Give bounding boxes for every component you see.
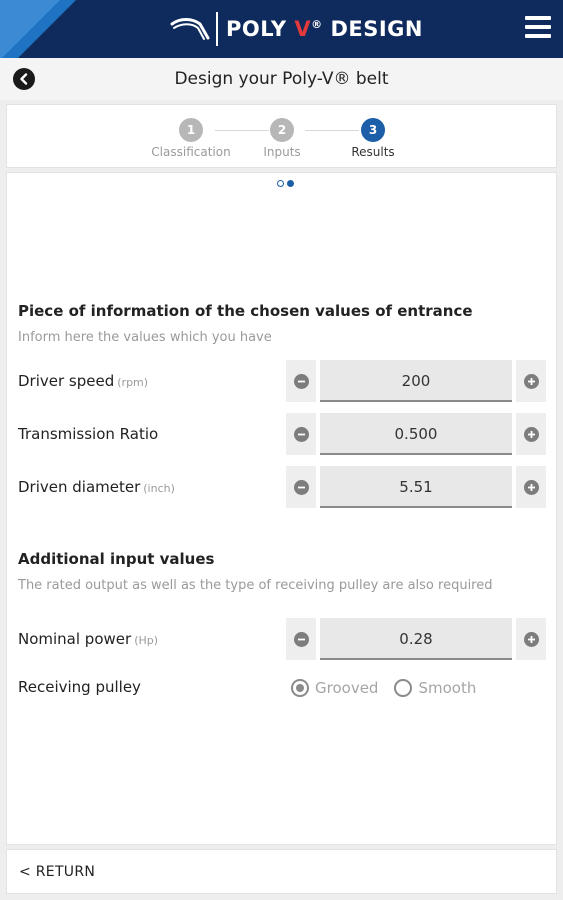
section-subtitle-entrance: Inform here the values which you have	[18, 330, 272, 345]
section-title-entrance: Piece of information of the chosen value…	[18, 302, 473, 320]
decrement-button[interactable]	[286, 618, 316, 660]
radio-unselected-icon	[394, 679, 413, 697]
step-number: 3	[361, 118, 385, 142]
brand-registered: ®	[311, 18, 323, 31]
transmission-ratio-input[interactable]: 0.500	[320, 413, 512, 455]
minus-icon	[293, 479, 309, 495]
section-title-additional: Additional input values	[18, 550, 215, 568]
minus-icon	[293, 631, 309, 647]
step-number: 2	[270, 118, 294, 142]
minus-icon	[293, 426, 309, 442]
progress-stepper: 1 Classification 2 Inputs 3 Results	[6, 104, 557, 168]
radio-selected-icon	[291, 679, 309, 697]
chevron-left-icon	[20, 73, 28, 85]
driver-speed-input[interactable]: 200	[320, 360, 512, 402]
corner-accent-light	[0, 0, 60, 58]
plus-icon	[523, 373, 539, 389]
driver-speed-label: Driver speed (rpm)	[18, 372, 148, 390]
transmission-ratio-label: Transmission Ratio	[18, 425, 161, 443]
hamburger-menu-icon[interactable]	[525, 16, 551, 40]
nominal-power-input[interactable]: 0.28	[320, 618, 512, 660]
form-panel: Piece of information of the chosen value…	[6, 172, 557, 845]
plus-icon	[523, 426, 539, 442]
brand-prefix: POLY	[226, 17, 295, 41]
decrement-button[interactable]	[286, 413, 316, 455]
radio-label: Smooth	[418, 679, 477, 697]
brand-suffix: DESIGN	[322, 17, 423, 41]
plus-icon	[523, 631, 539, 647]
field-label: Transmission Ratio	[18, 425, 159, 443]
increment-button[interactable]	[516, 360, 546, 402]
step-label: Inputs	[263, 145, 301, 159]
brand-logo: POLY V® DESIGN	[170, 12, 423, 46]
app-header: POLY V® DESIGN	[0, 0, 563, 58]
decrement-button[interactable]	[286, 360, 316, 402]
field-label: Nominal power	[18, 630, 132, 648]
step-results[interactable]: 3 Results	[323, 118, 423, 159]
increment-button[interactable]	[516, 413, 546, 455]
title-bar: Design your Poly-V® belt	[0, 58, 563, 100]
step-label: Classification	[151, 145, 231, 159]
page-dot[interactable]	[277, 180, 284, 187]
radio-label: Grooved	[315, 679, 379, 697]
nominal-power-label: Nominal power (Hp)	[18, 630, 158, 648]
driven-diameter-stepper: 5.51	[286, 466, 546, 508]
radio-grooved[interactable]: Grooved	[291, 679, 378, 697]
field-unit: (Hp)	[134, 634, 159, 647]
step-classification[interactable]: 1 Classification	[141, 118, 241, 159]
driver-speed-stepper: 200	[286, 360, 546, 402]
page-indicator	[277, 180, 294, 187]
receiving-pulley-radio-group: Grooved Smooth	[291, 679, 476, 697]
step-label: Results	[351, 145, 395, 159]
step-number: 1	[179, 118, 203, 142]
footer-bar: < RETURN	[6, 849, 557, 894]
driven-diameter-label: Driven diameter (inch)	[18, 478, 175, 496]
driven-diameter-input[interactable]: 5.51	[320, 466, 512, 508]
page-title: Design your Poly-V® belt	[174, 69, 389, 89]
nominal-power-stepper: 0.28	[286, 618, 546, 660]
receiving-pulley-label: Receiving pulley	[18, 678, 141, 696]
back-button[interactable]	[13, 68, 35, 90]
brand-name: POLY V® DESIGN	[226, 17, 423, 41]
transmission-ratio-stepper: 0.500	[286, 413, 546, 455]
section-subtitle-additional: The rated output as well as the type of …	[18, 578, 493, 593]
brand-v: V	[294, 17, 312, 41]
step-inputs[interactable]: 2 Inputs	[232, 118, 332, 159]
plus-icon	[523, 479, 539, 495]
return-button[interactable]: < RETURN	[19, 864, 95, 880]
minus-icon	[293, 373, 309, 389]
increment-button[interactable]	[516, 466, 546, 508]
decrement-button[interactable]	[286, 466, 316, 508]
field-label: Driven diameter	[18, 478, 141, 496]
field-unit: (inch)	[143, 482, 175, 495]
page-dot-active[interactable]	[287, 180, 294, 187]
logo-separator	[216, 12, 218, 46]
radio-smooth[interactable]: Smooth	[394, 679, 476, 697]
increment-button[interactable]	[516, 618, 546, 660]
field-label: Driver speed	[18, 372, 115, 390]
field-unit: (rpm)	[117, 376, 149, 389]
belt-logo-icon	[170, 18, 210, 40]
